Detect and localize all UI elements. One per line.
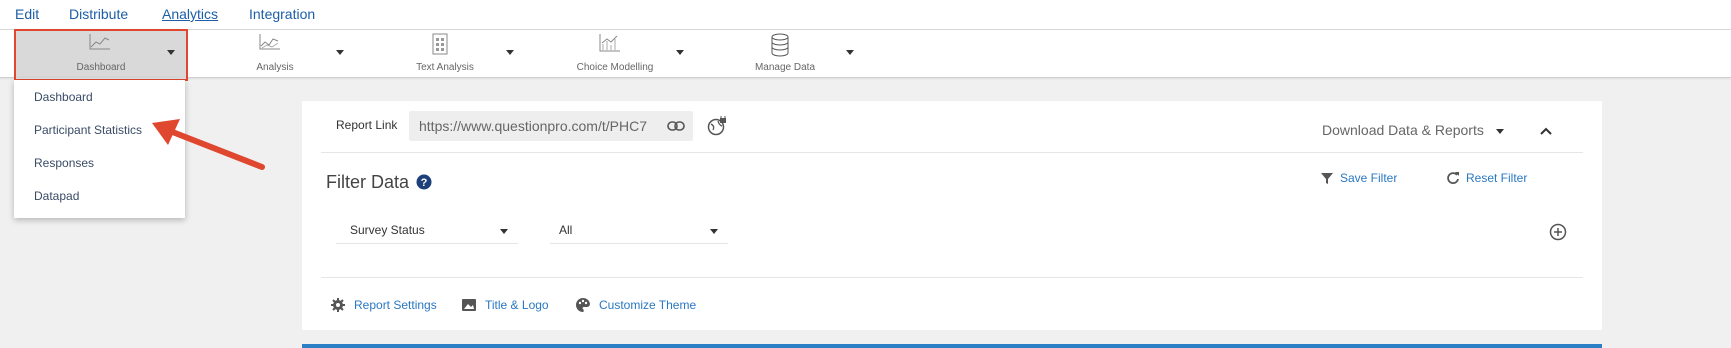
report-link-label: Report Link [336,118,398,132]
document-grid-icon [430,33,450,60]
divider [321,152,1583,153]
chevron-down-icon[interactable] [506,50,514,55]
image-icon [462,299,476,311]
dropdown-item-dashboard[interactable]: Dashboard [34,90,93,104]
save-filter-button[interactable]: Save Filter [1321,171,1398,185]
dropdown-item-participant-statistics[interactable]: Participant Statistics [34,123,142,137]
funnel-icon [1321,173,1333,184]
globe-lock-icon[interactable] [707,114,727,141]
save-filter-label: Save Filter [1340,171,1398,185]
filter-field-select[interactable]: Survey Status [336,216,518,244]
dropdown-item-datapad[interactable]: Datapad [34,189,79,203]
report-link-value: https://www.questionpro.com/t/PHC7 [419,118,647,134]
customize-theme-link[interactable]: Customize Theme [576,297,697,312]
refresh-icon [1447,172,1459,184]
menu-distribute[interactable]: Distribute [69,6,128,22]
help-icon[interactable]: ? [416,174,432,195]
title-logo-label: Title & Logo [485,298,549,312]
chevron-down-icon[interactable] [336,50,344,55]
tool-label: Text Analysis [416,62,474,73]
tool-label: Choice Modelling [576,62,654,73]
tool-manage-data[interactable]: Manage Data [705,30,865,78]
palette-icon [576,297,590,312]
accent-bar [302,344,1602,348]
link-icon[interactable] [667,119,685,138]
svg-text:?: ? [421,177,428,189]
tool-label: Manage Data [754,62,816,73]
filter-condition-value: All [559,223,573,237]
trend-chart-icon [598,33,622,58]
top-menu-bar: Edit Distribute Analytics Integration [0,0,1731,30]
menu-analytics[interactable]: Analytics [162,6,218,22]
add-filter-icon[interactable] [1549,223,1567,246]
menu-integration[interactable]: Integration [249,6,315,22]
download-data-reports-button[interactable]: Download Data & Reports [1322,122,1484,138]
report-panel: Report Link https://www.questionpro.com/… [302,101,1602,330]
tool-label: Analysis [256,62,294,73]
tool-dashboard[interactable]: Dashboard [16,30,186,78]
reset-filter-label: Reset Filter [1466,171,1528,185]
analytics-toolbar: Dashboard Analysis Text Analysis Choice … [0,30,1731,78]
title-logo-link[interactable]: Title & Logo [462,298,549,312]
line-chart-icon [88,33,112,56]
menu-edit[interactable]: Edit [15,6,39,22]
divider [321,277,1583,278]
tool-analysis[interactable]: Analysis [195,30,355,78]
report-settings-label: Report Settings [354,298,437,312]
tool-label: Dashboard [76,62,126,73]
reset-filter-button[interactable]: Reset Filter [1447,171,1528,185]
chevron-down-icon[interactable] [1496,129,1504,134]
chevron-up-icon[interactable] [1539,123,1553,141]
database-icon [770,33,790,62]
report-settings-link[interactable]: Report Settings [331,298,437,312]
chevron-down-icon[interactable] [676,50,684,55]
callout-arrow-icon [152,119,265,170]
filter-data-title: Filter Data [326,172,410,192]
filter-field-value: Survey Status [350,223,425,237]
scatter-chart-icon [258,33,282,56]
filter-condition-select[interactable]: All [550,216,728,244]
chevron-down-icon[interactable] [846,50,854,55]
chevron-down-icon[interactable] [167,50,175,55]
report-link-field[interactable]: https://www.questionpro.com/t/PHC7 [409,111,693,141]
dropdown-item-responses[interactable]: Responses [34,156,94,170]
customize-theme-label: Customize Theme [599,298,697,312]
gear-icon [331,298,345,312]
chevron-down-icon [710,229,718,234]
chevron-down-icon [500,229,508,234]
tool-choice-modelling[interactable]: Choice Modelling [535,30,695,78]
tool-text-analysis[interactable]: Text Analysis [365,30,525,78]
